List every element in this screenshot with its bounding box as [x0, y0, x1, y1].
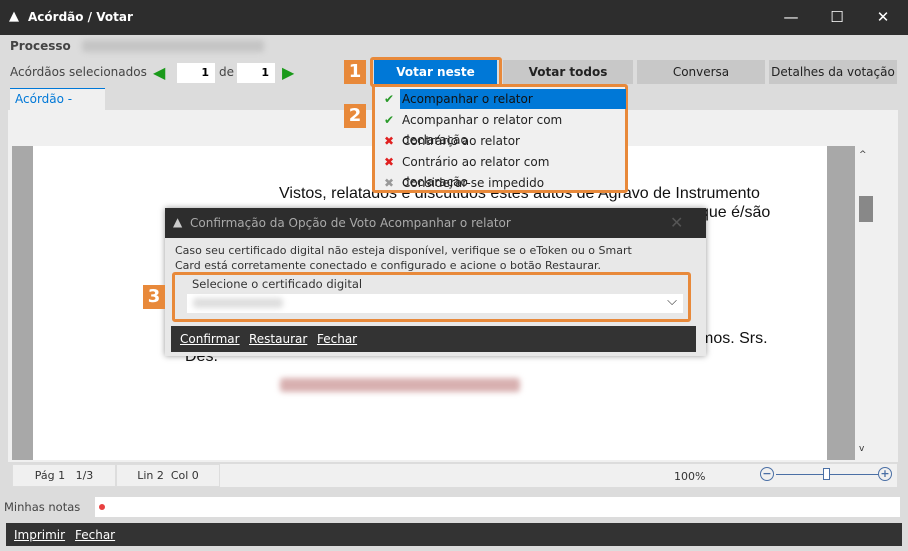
title-bar: ▲ Acórdão / Votar — ☐ ✕ [0, 0, 908, 35]
document-line-2: que é/são [700, 204, 771, 221]
menu-item-acompanhar-declaracao[interactable]: ✔ Acompanhar o relator com declaração [378, 110, 624, 147]
outer-scrollbar[interactable] [877, 146, 897, 460]
gray-x-icon: ✖ [383, 176, 395, 190]
maximize-button[interactable]: ☐ [822, 6, 852, 28]
zoom-percent: 100% [674, 470, 706, 483]
tab-votar-todos[interactable]: Votar todos [503, 60, 633, 84]
zoom-in-icon[interactable]: + [878, 467, 892, 481]
certificate-select[interactable]: ⌵ [187, 294, 683, 313]
print-button[interactable]: Imprimir [14, 528, 65, 542]
window-title: Acórdão / Votar [28, 10, 133, 24]
signature-redacted [280, 378, 520, 392]
footer-bar: Imprimir Fechar [6, 523, 902, 546]
processo-number-redacted [82, 40, 264, 52]
tab-conversa[interactable]: Conversa [637, 60, 765, 84]
certificate-group: Selecione o certificado digital ⌵ [172, 272, 691, 322]
app-logo-icon: ▲ [9, 9, 19, 24]
notes-label: Minhas notas [4, 500, 81, 514]
certificate-value-redacted [193, 298, 283, 308]
dialog-message: Caso seu certificado digital não esteja … [175, 244, 632, 272]
chevron-down-icon[interactable]: ⌵ [667, 294, 677, 309]
close-button[interactable]: ✕ [868, 6, 898, 28]
menu-item-acompanhar[interactable]: ✔ Acompanhar o relator [378, 89, 626, 109]
document-x-icon: ✖ [383, 155, 395, 169]
tab-votar-neste[interactable]: Votar neste [374, 60, 497, 84]
dialog-close-button[interactable]: Fechar [317, 332, 357, 346]
confirmation-dialog: ▲ Confirmação da Opção de Voto Acompanha… [165, 208, 706, 356]
confirm-button[interactable]: Confirmar [180, 332, 240, 346]
vertical-scrollbar[interactable]: ^ v [855, 146, 877, 460]
document-check-icon: ✔ [383, 113, 395, 127]
current-input[interactable]: 1 [177, 63, 215, 83]
certificate-group-label: Selecione o certificado digital [192, 277, 363, 291]
dialog-close-icon[interactable]: ✕ [670, 213, 683, 232]
dialog-button-bar: Confirmar Restaurar Fechar [171, 326, 696, 352]
badge-2: 2 [344, 104, 366, 128]
tab-detalhes[interactable]: Detalhes da votação [769, 60, 897, 84]
previous-arrow-icon[interactable]: ◀ [153, 63, 165, 82]
badge-1: 1 [344, 60, 366, 84]
menu-item-impedido[interactable]: ✖ Considerar-se impedido [378, 173, 624, 193]
next-arrow-icon[interactable]: ▶ [282, 63, 294, 82]
selected-label: Acórdãos selecionados [10, 65, 147, 79]
dialog-title-bar: ▲ Confirmação da Opção de Voto Acompanha… [165, 208, 706, 238]
footer-close-button[interactable]: Fechar [75, 528, 115, 542]
document-line-3: mos. Srs. [700, 330, 768, 347]
tab-acordao-drpw[interactable]: Acórdão - DRPW [10, 88, 105, 126]
app-logo-icon: ▲ [173, 215, 183, 229]
notes-input[interactable] [95, 497, 900, 517]
x-icon: ✖ [383, 134, 395, 148]
of-label: de [219, 65, 234, 79]
zoom-slider-thumb[interactable] [823, 468, 830, 480]
dialog-title: Confirmação da Opção de Voto Acompanhar … [190, 216, 511, 230]
check-icon: ✔ [383, 92, 395, 106]
menu-item-contrario[interactable]: ✖ Contrário ao relator [378, 131, 624, 151]
record-dot-icon [99, 504, 105, 510]
badge-3: 3 [143, 285, 165, 309]
status-bar: Pág 1 1/3 Lin 2 Col 0 100% − + [12, 464, 897, 487]
total-field: 1 [237, 63, 275, 83]
menu-item-contrario-declaracao[interactable]: ✖ Contrário ao relator com declaração [378, 152, 624, 189]
page-indicator: Pág 1 1/3 [12, 464, 116, 487]
restore-button[interactable]: Restaurar [249, 332, 307, 346]
minimize-button[interactable]: — [776, 6, 806, 28]
vote-options-menu: ✔ Acompanhar o relator ✔ Acompanhar o rela… [372, 84, 628, 193]
scrollbar-thumb[interactable] [859, 196, 873, 222]
cursor-position: Lin 2 Col 0 [116, 464, 220, 487]
processo-label: Processo [10, 39, 71, 53]
zoom-out-icon[interactable]: − [760, 467, 774, 481]
